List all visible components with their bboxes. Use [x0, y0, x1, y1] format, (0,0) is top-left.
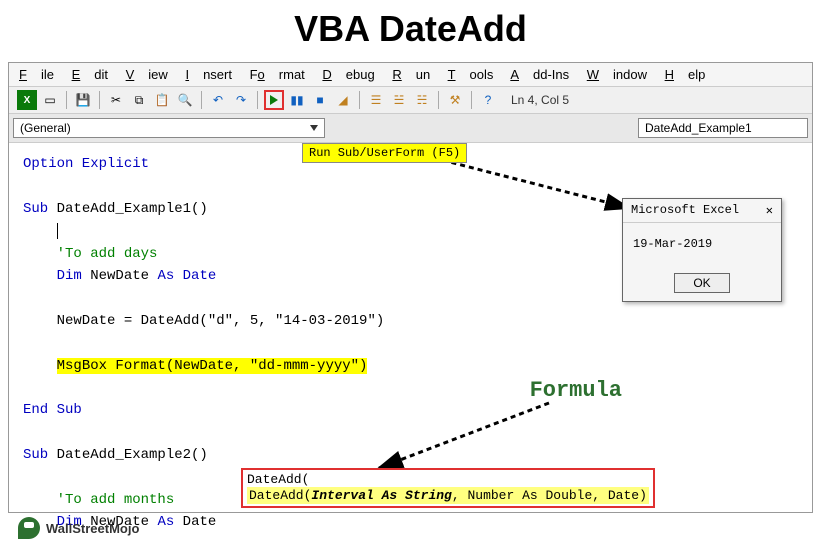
- watermark: WallStreetMojo: [18, 517, 139, 539]
- menu-help[interactable]: Help: [665, 67, 706, 82]
- code-line: End Sub: [23, 399, 798, 421]
- code-line: DateAdd_Example2(): [57, 447, 208, 463]
- message-box-body: 19-Mar-2019: [623, 223, 781, 265]
- logo-icon: [18, 517, 40, 539]
- separator: [359, 91, 360, 109]
- browser-icon[interactable]: ☵: [412, 90, 432, 110]
- code-line: NewDate = DateAdd("d", 5, "14-03-2019"): [23, 310, 798, 332]
- menu-bar: File Edit View Insert Format Debug Run T…: [9, 63, 812, 87]
- toolbar: X ▭ 💾 ✂ ⧉ 📋 🔍 ↶ ↷ ▮▮ ■ ◢ ☰ ☱ ☵ ⚒ ? Ln 4,…: [9, 87, 812, 114]
- procedure-dropdown-value: DateAdd_Example1: [645, 121, 752, 135]
- menu-tools[interactable]: Tools: [448, 67, 494, 82]
- page-title: VBA DateAdd: [0, 0, 821, 62]
- watermark-text: WallStreetMojo: [46, 521, 139, 536]
- object-dropdown[interactable]: (General): [13, 118, 325, 138]
- chevron-down-icon: [310, 125, 318, 131]
- menu-debug[interactable]: Debug: [322, 67, 374, 82]
- design-icon[interactable]: ◢: [333, 90, 353, 110]
- highlighted-code: MsgBox Format(NewDate, "dd-mmm-yyyy"): [57, 358, 368, 374]
- toolbox-icon[interactable]: ⚒: [445, 90, 465, 110]
- window-icon[interactable]: ▭: [40, 90, 60, 110]
- undo-icon[interactable]: ↶: [208, 90, 228, 110]
- object-dropdown-value: (General): [20, 121, 71, 135]
- ok-button[interactable]: OK: [674, 273, 729, 293]
- separator: [438, 91, 439, 109]
- text-cursor: [57, 223, 58, 239]
- message-box-titlebar: Microsoft Excel ✕: [623, 199, 781, 223]
- close-icon[interactable]: ✕: [766, 203, 773, 218]
- code-editor[interactable]: Run Sub/UserForm (F5) Option Explicit Su…: [9, 142, 812, 512]
- procedure-dropdown[interactable]: DateAdd_Example1: [638, 118, 808, 138]
- intellisense-tooltip: DateAdd( DateAdd(Interval As String, Num…: [241, 468, 655, 508]
- code-line: DateAdd_Example1(): [57, 201, 208, 217]
- menu-edit[interactable]: Edit: [72, 67, 108, 82]
- separator: [201, 91, 202, 109]
- redo-icon[interactable]: ↷: [231, 90, 251, 110]
- help-icon[interactable]: ?: [478, 90, 498, 110]
- dropdown-row: (General) DateAdd_Example1: [9, 114, 812, 142]
- cursor-position: Ln 4, Col 5: [511, 93, 569, 107]
- separator: [257, 91, 258, 109]
- excel-icon[interactable]: X: [17, 90, 37, 110]
- formula-annotation: Formula: [530, 378, 622, 403]
- run-button[interactable]: [264, 90, 284, 110]
- menu-window[interactable]: Window: [587, 67, 647, 82]
- menu-addins[interactable]: Add-Ins: [510, 67, 569, 82]
- menu-insert[interactable]: Insert: [185, 67, 232, 82]
- run-tooltip-callout: Run Sub/UserForm (F5): [302, 143, 467, 163]
- code-line: Option Explicit: [23, 156, 149, 172]
- message-box-title: Microsoft Excel: [631, 203, 739, 218]
- tooltip-typed-text: DateAdd(: [247, 472, 649, 487]
- message-box-dialog: Microsoft Excel ✕ 19-Mar-2019 OK: [622, 198, 782, 302]
- menu-format[interactable]: Format: [250, 67, 305, 82]
- stop-icon[interactable]: ■: [310, 90, 330, 110]
- separator: [471, 91, 472, 109]
- copy-icon[interactable]: ⧉: [129, 90, 149, 110]
- menu-view[interactable]: View: [126, 67, 168, 82]
- menu-run[interactable]: Run: [392, 67, 430, 82]
- tooltip-signature: DateAdd(Interval As String, Number As Do…: [247, 487, 649, 504]
- separator: [66, 91, 67, 109]
- ide-window: File Edit View Insert Format Debug Run T…: [8, 62, 813, 513]
- separator: [99, 91, 100, 109]
- project-icon[interactable]: ☰: [366, 90, 386, 110]
- play-icon: [270, 95, 278, 105]
- menu-file[interactable]: File: [19, 67, 54, 82]
- paste-icon[interactable]: 📋: [152, 90, 172, 110]
- save-icon[interactable]: 💾: [73, 90, 93, 110]
- pause-icon[interactable]: ▮▮: [287, 90, 307, 110]
- properties-icon[interactable]: ☱: [389, 90, 409, 110]
- find-icon[interactable]: 🔍: [175, 90, 195, 110]
- cut-icon[interactable]: ✂: [106, 90, 126, 110]
